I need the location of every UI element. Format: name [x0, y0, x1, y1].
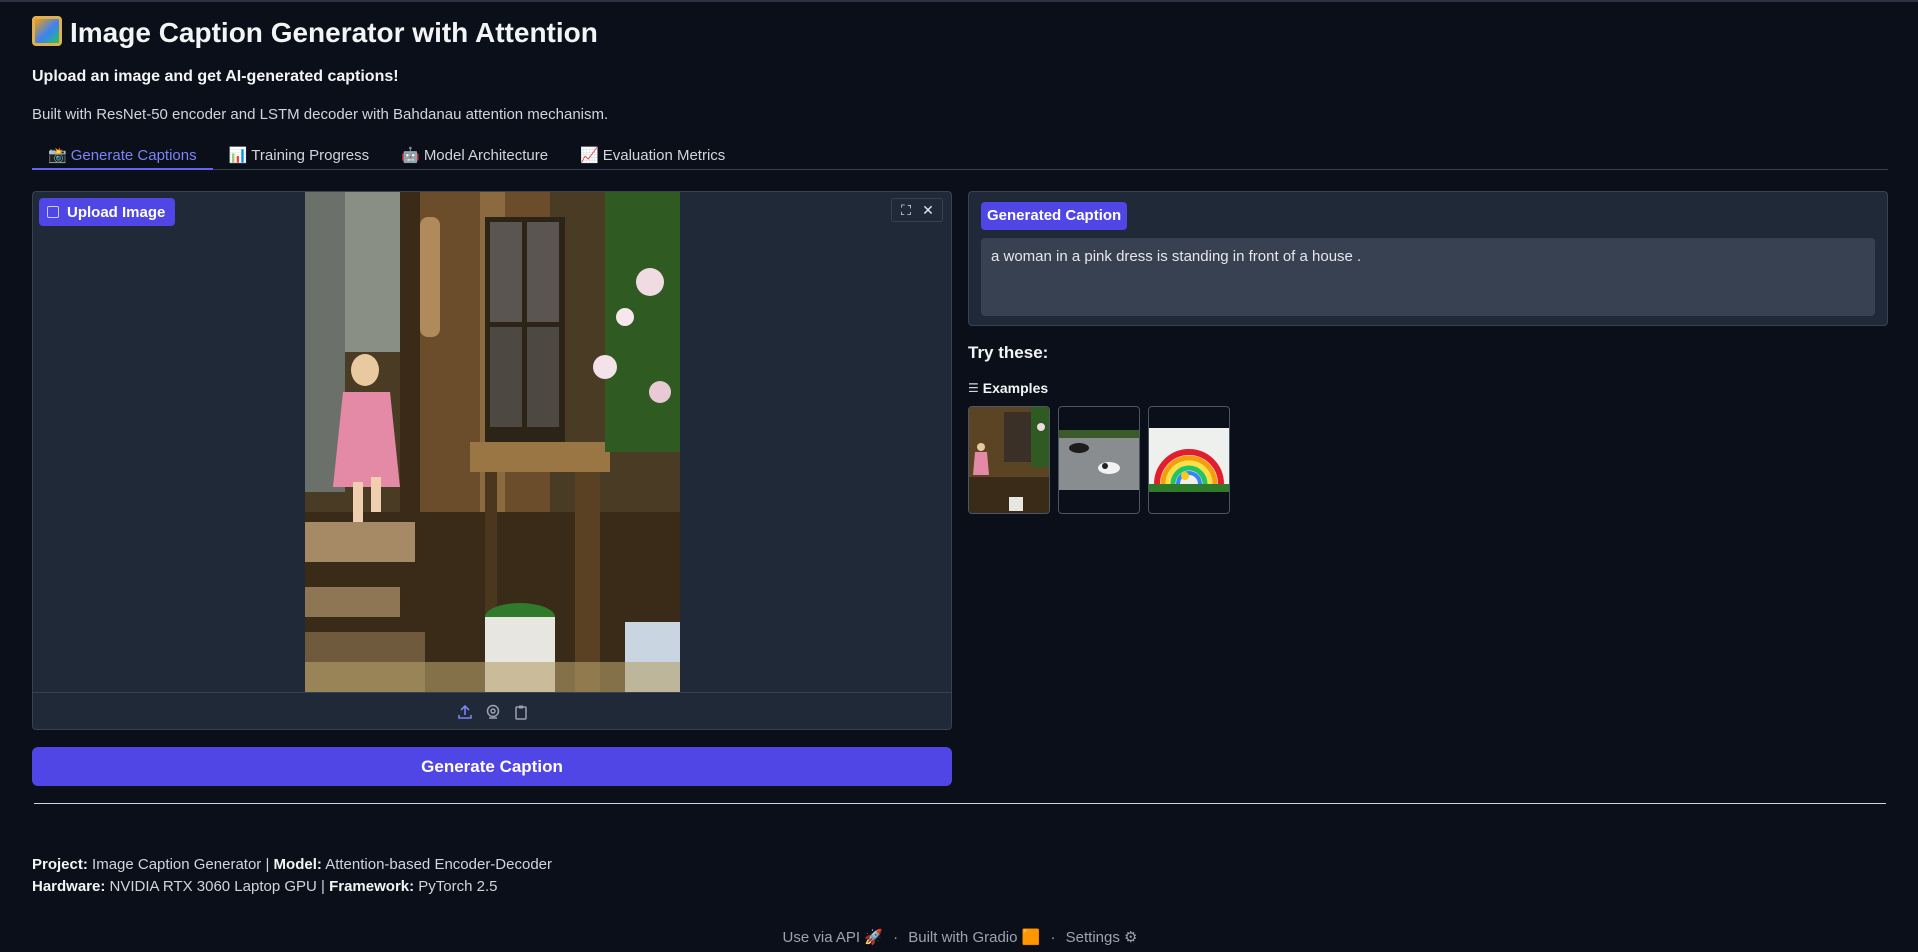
robot-icon: 🤖 [401, 147, 420, 164]
generated-caption-panel: Generated Caption a woman in a pink dres… [968, 191, 1888, 326]
separator-dot: · [1050, 929, 1056, 946]
separator-dot: · [893, 929, 899, 946]
page-subtitle: Upload an image and get AI-generated cap… [32, 68, 399, 85]
image-upload-panel[interactable]: Upload Image ⛶ ✕ [32, 191, 952, 730]
generated-caption-label: Generated Caption [981, 202, 1128, 230]
close-icon[interactable]: ✕ [918, 201, 938, 219]
project-info-line-2: Hardware: NVIDIA RTX 3060 Laptop GPU | F… [32, 878, 498, 895]
image-controls: ⛶ ✕ [891, 198, 943, 222]
built-with-gradio-link[interactable]: Built with Gradio 🟧 [908, 929, 1040, 946]
upload-icon[interactable] [457, 704, 473, 720]
top-border [0, 0, 1918, 2]
try-these-heading: Try these: [968, 343, 1049, 362]
divider [34, 803, 1886, 804]
trend-chart-icon: 📈 [580, 147, 599, 164]
generate-caption-button[interactable]: Generate Caption [32, 747, 952, 786]
webcam-icon[interactable] [485, 704, 501, 720]
example-thumbnail-girl-house[interactable] [968, 406, 1050, 514]
tab-bar: 📸 Generate Captions 📊 Training Progress 🤖 M… [32, 142, 1888, 170]
example-thumbnail-rainbow[interactable] [1148, 406, 1230, 514]
list-icon: ☰ [968, 381, 979, 395]
framed-picture-icon [32, 16, 62, 46]
clipboard-icon[interactable] [513, 704, 529, 720]
caption-output-textbox[interactable]: a woman in a pink dress is standing in f… [981, 238, 1875, 316]
tab-generate-captions[interactable]: 📸 Generate Captions [32, 142, 213, 170]
upload-image-label: Upload Image [39, 198, 176, 226]
example-thumbnail-dogs-road[interactable] [1058, 406, 1140, 514]
camera-icon: 📸 [48, 147, 67, 164]
fullscreen-icon[interactable]: ⛶ [896, 201, 916, 219]
examples-label: ☰ Examples [968, 380, 1049, 396]
page-title-text: Image Caption Generator with Attention [70, 17, 598, 48]
settings-link[interactable]: Settings ⚙ [1066, 929, 1138, 946]
project-info: Project: Image Caption Generator | Model… [32, 854, 552, 898]
image-source-bar [33, 692, 951, 729]
gradio-footer: Use via API 🚀 · Built with Gradio 🟧 · Se… [32, 928, 1888, 946]
uploaded-image [305, 192, 680, 692]
tab-evaluation-metrics[interactable]: 📈 Evaluation Metrics [564, 142, 741, 170]
bar-chart-icon: 📊 [228, 147, 248, 164]
uploaded-image-preview [305, 192, 680, 692]
examples-gallery [968, 406, 1230, 514]
page-description: Built with ResNet-50 encoder and LSTM de… [32, 106, 609, 123]
image-icon [47, 206, 59, 218]
project-info-line-1: Project: Image Caption Generator | Model… [32, 856, 553, 873]
use-via-api-link[interactable]: Use via API 🚀 [783, 929, 883, 946]
page-title: Image Caption Generator with Attention [32, 16, 598, 49]
tab-training-progress[interactable]: 📊 Training Progress [213, 142, 386, 170]
tab-model-architecture[interactable]: 🤖 Model Architecture [385, 142, 564, 170]
